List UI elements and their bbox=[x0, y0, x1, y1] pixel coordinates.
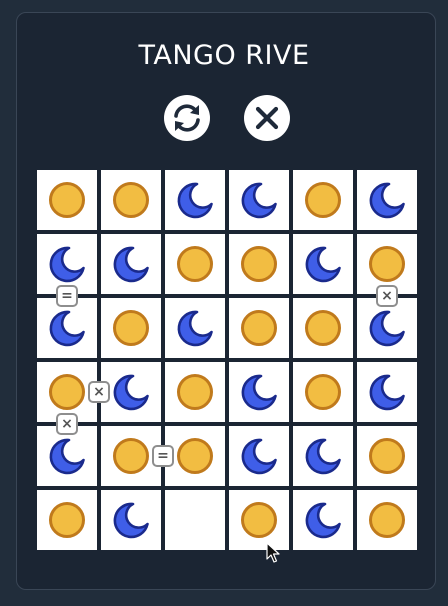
board-cell-r3-c3[interactable] bbox=[165, 298, 225, 358]
moon-icon bbox=[305, 246, 341, 283]
moon-icon bbox=[369, 310, 405, 347]
board-cell-r3-c4[interactable] bbox=[229, 298, 289, 358]
board-cell-r5-c4[interactable] bbox=[229, 426, 289, 486]
sun-icon bbox=[49, 502, 85, 538]
board-cell-r5-c5[interactable] bbox=[293, 426, 353, 486]
sun-icon bbox=[113, 438, 149, 474]
sun-icon bbox=[49, 374, 85, 410]
sun-icon bbox=[369, 246, 405, 282]
board-cell-r2-c2[interactable] bbox=[101, 234, 161, 294]
opposite-constraint: × bbox=[88, 381, 110, 403]
board-cell-r2-c5[interactable] bbox=[293, 234, 353, 294]
board-cell-r1-c6[interactable] bbox=[357, 170, 417, 230]
board-cell-r4-c2[interactable] bbox=[101, 362, 161, 422]
sun-icon bbox=[305, 182, 341, 218]
moon-icon bbox=[305, 502, 341, 539]
moon-icon bbox=[241, 182, 277, 219]
board-cell-r1-c2[interactable] bbox=[101, 170, 161, 230]
board-cell-r2-c3[interactable] bbox=[165, 234, 225, 294]
sun-icon bbox=[49, 182, 85, 218]
sun-icon bbox=[177, 374, 213, 410]
mouse-cursor-icon bbox=[266, 542, 280, 568]
sun-icon bbox=[177, 438, 213, 474]
moon-icon bbox=[113, 502, 149, 539]
moon-icon bbox=[113, 246, 149, 283]
moon-icon bbox=[241, 438, 277, 475]
equal-constraint: = bbox=[152, 445, 174, 467]
sun-icon bbox=[241, 502, 277, 538]
board-cell-r1-c5[interactable] bbox=[293, 170, 353, 230]
moon-icon bbox=[305, 438, 341, 475]
game-title: TANGO RIVE bbox=[138, 40, 310, 71]
sun-icon bbox=[113, 182, 149, 218]
sun-icon bbox=[177, 246, 213, 282]
board-cell-r3-c6[interactable] bbox=[357, 298, 417, 358]
sun-icon bbox=[241, 246, 277, 282]
board-cell-r3-c1[interactable] bbox=[37, 298, 97, 358]
moon-icon bbox=[49, 246, 85, 283]
sun-icon bbox=[241, 310, 277, 346]
board-cell-r4-c5[interactable] bbox=[293, 362, 353, 422]
board-cell-r1-c3[interactable] bbox=[165, 170, 225, 230]
board-cell-r5-c6[interactable] bbox=[357, 426, 417, 486]
moon-icon bbox=[241, 374, 277, 411]
moon-icon bbox=[177, 310, 213, 347]
board-cell-r1-c1[interactable] bbox=[37, 170, 97, 230]
sun-icon bbox=[305, 310, 341, 346]
board-cell-r4-c6[interactable] bbox=[357, 362, 417, 422]
board-cell-r4-c3[interactable] bbox=[165, 362, 225, 422]
sun-icon bbox=[113, 310, 149, 346]
moon-icon bbox=[369, 182, 405, 219]
board-cell-r2-c4[interactable] bbox=[229, 234, 289, 294]
equal-constraint: = bbox=[56, 285, 78, 307]
board-cell-r6-c4[interactable] bbox=[229, 490, 289, 550]
moon-icon bbox=[177, 182, 213, 219]
board-cell-r6-c1[interactable] bbox=[37, 490, 97, 550]
board-cell-r6-c2[interactable] bbox=[101, 490, 161, 550]
moon-icon bbox=[49, 438, 85, 475]
board-cell-r1-c4[interactable] bbox=[229, 170, 289, 230]
board-cell-r3-c2[interactable] bbox=[101, 298, 161, 358]
moon-icon bbox=[49, 310, 85, 347]
board-cell-r5-c3[interactable] bbox=[165, 426, 225, 486]
sun-icon bbox=[305, 374, 341, 410]
moon-icon bbox=[113, 374, 149, 411]
opposite-constraint: × bbox=[56, 413, 78, 435]
restart-button[interactable] bbox=[164, 95, 210, 141]
board-cell-r6-c5[interactable] bbox=[293, 490, 353, 550]
opposite-constraint: × bbox=[376, 285, 398, 307]
sun-icon bbox=[369, 438, 405, 474]
sun-icon bbox=[369, 502, 405, 538]
refresh-icon bbox=[174, 104, 200, 132]
board-cell-r6-c3[interactable] bbox=[165, 490, 225, 550]
board-cell-r5-c1[interactable] bbox=[37, 426, 97, 486]
close-button[interactable] bbox=[244, 95, 290, 141]
moon-icon bbox=[369, 374, 405, 411]
board-cell-r3-c5[interactable] bbox=[293, 298, 353, 358]
game-board: = × × × = bbox=[35, 168, 419, 552]
board-cell-r4-c4[interactable] bbox=[229, 362, 289, 422]
board-cell-r6-c6[interactable] bbox=[357, 490, 417, 550]
close-icon bbox=[255, 106, 279, 130]
